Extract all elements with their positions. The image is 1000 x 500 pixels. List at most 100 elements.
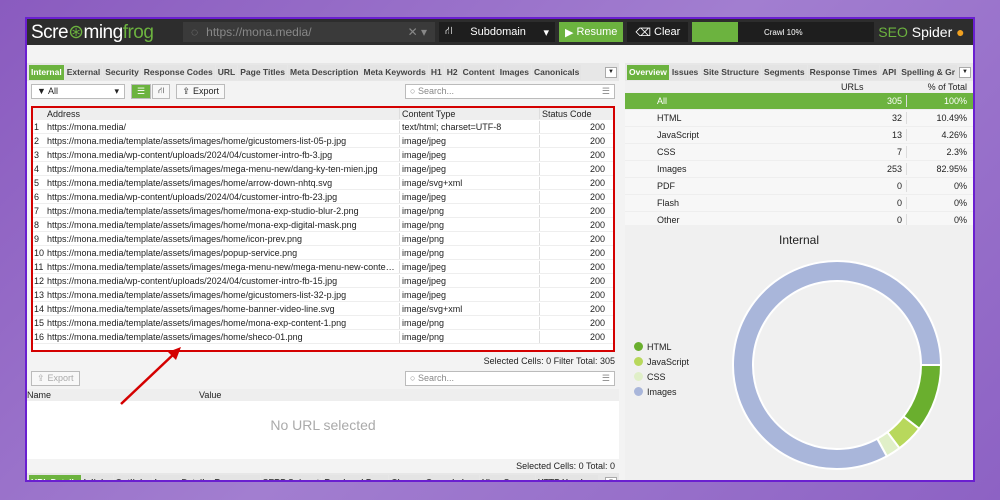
- tab-response-codes[interactable]: Response Codes: [141, 64, 215, 80]
- column-name[interactable]: Name: [27, 389, 199, 400]
- category-label: Flash: [657, 198, 680, 208]
- tab-h2[interactable]: H2: [444, 64, 460, 80]
- status-code-cell: 200: [539, 316, 609, 329]
- clear-url-icon[interactable]: ✕ ▾: [408, 25, 427, 39]
- content-type-cell: image/png: [399, 204, 539, 217]
- table-row[interactable]: 3 https://mona.media/wp-content/uploads/2…: [33, 148, 613, 162]
- table-row[interactable]: 16 https://mona.media/template/assets/ima…: [33, 330, 613, 344]
- row-number: 11: [34, 261, 44, 272]
- column-address[interactable]: Address: [47, 108, 399, 119]
- export-button[interactable]: ⇪ Export: [176, 83, 225, 99]
- status-code-cell: 200: [539, 190, 609, 203]
- clear-button[interactable]: ⌫ Clear: [627, 22, 689, 42]
- status-code-cell: 200: [539, 274, 609, 287]
- table-row[interactable]: 1 https://mona.media/text/html; charset=U…: [33, 120, 613, 134]
- overview-row[interactable]: Images 253 82.95%: [625, 161, 973, 178]
- tab-view-source[interactable]: View Source: [480, 474, 535, 480]
- tab-spelling-gr[interactable]: Spelling & Gr: [899, 64, 958, 80]
- address-cell: https://mona.media/template/assets/image…: [47, 261, 399, 272]
- lower-export-button[interactable]: ⇪ Export: [31, 370, 80, 386]
- tab-segments[interactable]: Segments: [762, 64, 807, 80]
- filter-settings-icon[interactable]: ☰: [602, 86, 610, 97]
- category-label: JavaScript: [657, 130, 700, 140]
- status-code-cell: 200: [539, 204, 609, 217]
- overview-row[interactable]: Flash 0 0%: [625, 195, 973, 212]
- url-count: 0: [841, 214, 907, 225]
- tab-response-times[interactable]: Response Times: [807, 64, 880, 80]
- more-tabs-button[interactable]: ▼: [605, 66, 617, 78]
- tab-canonicals[interactable]: Canonicals: [532, 64, 582, 80]
- status-code-cell: 200: [539, 246, 609, 259]
- overview-row[interactable]: Other 0 0%: [625, 212, 973, 225]
- mode-select[interactable]: ⛙ Subdomain ▾: [439, 22, 555, 42]
- row-number: 16: [34, 331, 45, 342]
- tab-resources[interactable]: Resources: [212, 474, 260, 480]
- table-row[interactable]: 13 https://mona.media/template/assets/ima…: [33, 288, 613, 302]
- table-row[interactable]: 9 https://mona.media/template/assets/imag…: [33, 232, 613, 246]
- tab-url-details[interactable]: URL Details: [29, 474, 81, 480]
- search-input[interactable]: ○ Search... ☰: [405, 83, 615, 99]
- table-row[interactable]: 8 https://mona.media/template/assets/imag…: [33, 218, 613, 232]
- filter-select[interactable]: ▼ All ▾: [31, 83, 125, 99]
- overview-row[interactable]: PDF 0 0%: [625, 178, 973, 195]
- overview-row[interactable]: JavaScript 13 4.26%: [625, 127, 973, 144]
- table-row[interactable]: 6 https://mona.media/wp-content/uploads/2…: [33, 190, 613, 204]
- logo-text: frog: [122, 21, 154, 43]
- tab-inlinks[interactable]: Inlinks: [81, 474, 113, 480]
- column-status-code[interactable]: Status Code: [539, 108, 609, 119]
- table-row[interactable]: 7 https://mona.media/template/assets/imag…: [33, 204, 613, 218]
- row-number: 8: [34, 219, 40, 230]
- tab-url[interactable]: URL: [215, 64, 238, 80]
- tab-overview[interactable]: Overview: [627, 64, 669, 80]
- url-input[interactable]: ◌ https://mona.media/ ✕ ▾: [183, 22, 435, 42]
- table-row[interactable]: 12 https://mona.media/wp-content/uploads/…: [33, 274, 613, 288]
- tab-issues[interactable]: Issues: [669, 64, 701, 80]
- tab-meta-description[interactable]: Meta Description: [287, 64, 361, 80]
- overview-row[interactable]: All 305 100%: [625, 93, 973, 110]
- chart-area: Internal HTML JavaScript CSS Images: [625, 225, 973, 480]
- category-label: PDF: [657, 181, 675, 191]
- url-count: 305: [841, 95, 907, 107]
- table-row[interactable]: 11 https://mona.media/template/assets/ima…: [33, 260, 613, 274]
- tab-content[interactable]: Content: [460, 64, 497, 80]
- column-percent: % of Total: [927, 81, 967, 92]
- crawl-progress: Crawl 10%: [692, 22, 875, 42]
- tab-internal[interactable]: Internal: [29, 64, 64, 80]
- table-row[interactable]: 15 https://mona.media/template/assets/ima…: [33, 316, 613, 330]
- tab-chrome-console-log[interactable]: Chrome Console Log: [389, 474, 480, 480]
- tab-page-titles[interactable]: Page Titles: [238, 64, 287, 80]
- column-value[interactable]: Value: [199, 389, 221, 400]
- table-row[interactable]: 5 https://mona.media/template/assets/imag…: [33, 176, 613, 190]
- tab-image-details[interactable]: Image Details: [152, 474, 212, 480]
- lower-search-input[interactable]: ○ Search... ☰: [405, 370, 615, 386]
- resume-button[interactable]: ▶ Resume: [559, 22, 624, 42]
- tab-h1[interactable]: H1: [428, 64, 444, 80]
- tab-site-structure[interactable]: Site Structure: [701, 64, 762, 80]
- tab-outlinks[interactable]: Outlinks: [113, 474, 152, 480]
- tab-api[interactable]: API: [880, 64, 899, 80]
- table-row[interactable]: 10 https://mona.media/template/assets/ima…: [33, 246, 613, 260]
- tab-http-headers[interactable]: HTTP Headers: [535, 474, 598, 480]
- tab-external[interactable]: External: [64, 64, 103, 80]
- tab-images[interactable]: Images: [497, 64, 531, 80]
- top-bar: Scre⊛mingfrog ◌ https://mona.media/ ✕ ▾ ⛙ S…: [27, 19, 973, 45]
- overview-row[interactable]: CSS 7 2.3%: [625, 144, 973, 161]
- tab-meta-keywords[interactable]: Meta Keywords: [361, 64, 428, 80]
- table-row[interactable]: 2 https://mona.media/template/assets/imag…: [33, 134, 613, 148]
- tab-rendered-page[interactable]: Rendered Page: [322, 474, 389, 480]
- update-icon[interactable]: ●: [956, 24, 964, 40]
- table-row[interactable]: 14 https://mona.media/template/assets/ima…: [33, 302, 613, 316]
- tab-security[interactable]: Security: [103, 64, 141, 80]
- address-cell: https://mona.media/wp-content/uploads/20…: [47, 149, 333, 160]
- tab-serp-snippet[interactable]: SERP Snippet: [260, 474, 322, 480]
- more-tabs-button[interactable]: ▼: [605, 476, 617, 480]
- url-table: Address Content Type Status Code 1 https://…: [31, 106, 615, 352]
- overview-row[interactable]: HTML 32 10.49%: [625, 110, 973, 127]
- tree-view-button[interactable]: ⛙: [152, 83, 171, 99]
- filter-settings-icon[interactable]: ☰: [602, 373, 610, 384]
- donut-slice-html[interactable]: [901, 364, 943, 431]
- column-content-type[interactable]: Content Type: [399, 108, 539, 119]
- list-view-button[interactable]: ☰: [131, 83, 152, 99]
- table-row[interactable]: 4 https://mona.media/template/assets/imag…: [33, 162, 613, 176]
- more-tabs-button[interactable]: ▼: [959, 66, 971, 78]
